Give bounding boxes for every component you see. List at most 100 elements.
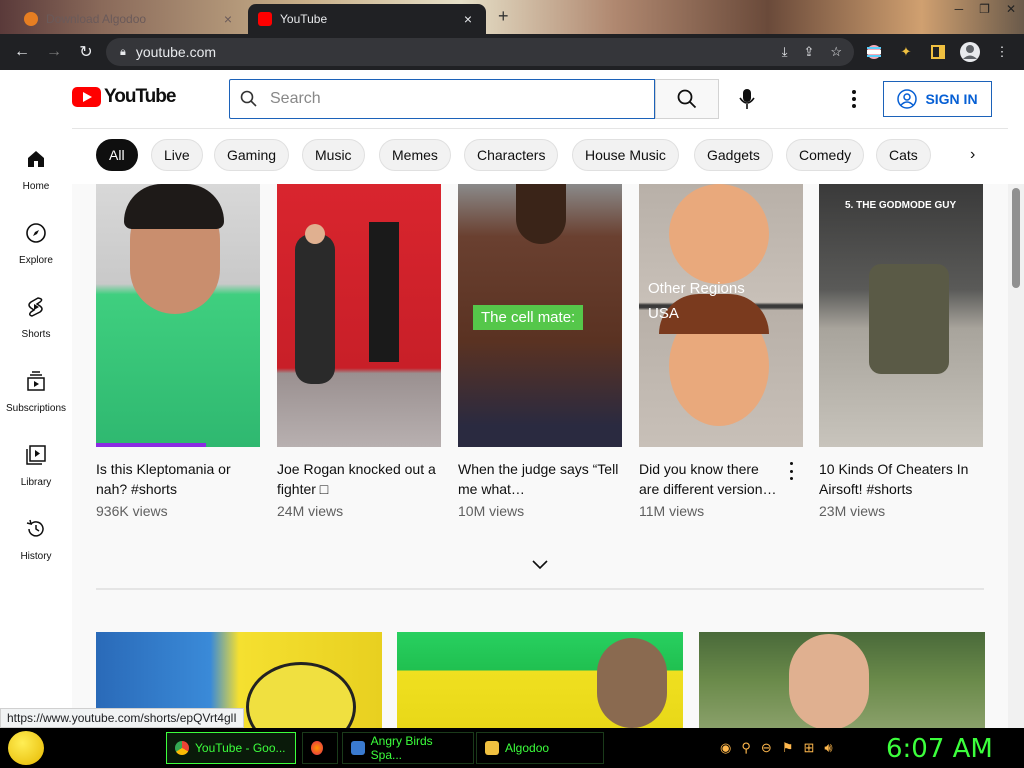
search-input[interactable] bbox=[270, 90, 630, 108]
sidebar-item-library[interactable]: Library bbox=[0, 444, 72, 490]
chrome-icon bbox=[175, 741, 189, 755]
tray-app-icon[interactable]: ◉ bbox=[720, 740, 731, 756]
short-card[interactable]: Is this Kleptomania or nah? #shorts 936K… bbox=[96, 184, 260, 519]
short-title: Is this Kleptomania or nah? #shorts bbox=[96, 461, 231, 497]
browser-menu-icon[interactable]: ⋮ bbox=[994, 42, 1010, 62]
short-thumbnail[interactable]: The cell mate: bbox=[458, 184, 622, 447]
taskbar-item-firefox[interactable] bbox=[302, 732, 338, 764]
sidebar-item-history[interactable]: History bbox=[0, 518, 72, 564]
history-icon bbox=[26, 519, 44, 537]
chip-gadgets[interactable]: Gadgets bbox=[694, 139, 773, 171]
sidebar-item-explore[interactable]: Explore bbox=[0, 222, 72, 268]
chip-live[interactable]: Live bbox=[151, 139, 203, 171]
chip-house-music[interactable]: House Music bbox=[572, 139, 679, 171]
forward-arrow-icon[interactable]: → bbox=[38, 43, 70, 61]
shorts-icon bbox=[28, 297, 43, 317]
taskbar-clock[interactable]: 6:07 AM bbox=[886, 734, 993, 764]
short-views: 24M views bbox=[277, 503, 344, 519]
taskbar-item-algodoo[interactable]: Algodoo bbox=[476, 732, 604, 764]
algodoo-favicon-icon bbox=[24, 12, 38, 26]
address-bar[interactable]: 🔒︎ youtube.com ⤓ ⇪ ☆ bbox=[106, 38, 854, 66]
chip-all[interactable]: All bbox=[96, 139, 138, 171]
bookmark-star-icon[interactable]: ☆ bbox=[830, 44, 842, 60]
volume-icon[interactable]: 🔊︎ bbox=[824, 740, 832, 756]
short-thumbnail[interactable]: 5. THE GODMODE GUY bbox=[819, 184, 983, 447]
minimize-icon[interactable]: ─ bbox=[955, 2, 964, 16]
home-icon bbox=[28, 151, 44, 167]
short-card[interactable]: Other Regions USA Did you know there are… bbox=[639, 184, 803, 519]
short-overlay-caption: The cell mate: bbox=[473, 305, 584, 330]
sidebar-item-label: Subscriptions bbox=[5, 403, 67, 414]
short-card[interactable]: 5. THE GODMODE GUY 10 Kinds Of Cheaters … bbox=[819, 184, 983, 519]
short-views: 936K views bbox=[96, 503, 168, 519]
url-text: youtube.com bbox=[135, 44, 217, 60]
sidebar-item-label: Explore bbox=[19, 255, 53, 266]
sign-in-button[interactable]: SIGN IN bbox=[883, 81, 992, 117]
short-overlay-top-label: Other Regions bbox=[648, 280, 745, 297]
short-overlay-caption: 5. THE GODMODE GUY bbox=[845, 200, 957, 211]
short-action-menu-icon[interactable] bbox=[786, 462, 796, 480]
tab-youtube[interactable]: YouTube × bbox=[248, 4, 486, 34]
profile-avatar-icon[interactable] bbox=[958, 42, 982, 62]
chevron-right-icon[interactable]: › bbox=[970, 146, 975, 164]
tab-title: YouTube bbox=[280, 12, 328, 26]
taskbar-item-label: Algodoo bbox=[505, 741, 550, 755]
settings-kebab-icon[interactable] bbox=[846, 88, 862, 110]
short-card[interactable]: Joe Rogan knocked out a fighter □ 24M vi… bbox=[277, 184, 441, 519]
new-tab-icon[interactable]: + bbox=[498, 6, 509, 27]
account-icon bbox=[897, 89, 918, 109]
chip-music[interactable]: Music bbox=[302, 139, 365, 171]
sidebar-item-label: History bbox=[20, 551, 52, 562]
compass-icon bbox=[26, 223, 46, 243]
action-center-flag-icon[interactable]: ⚑ bbox=[782, 740, 794, 756]
side-panel-icon[interactable] bbox=[928, 42, 948, 62]
algodoo-icon bbox=[485, 741, 499, 755]
taskbar-item-angry-birds[interactable]: Angry Birds Spa... bbox=[342, 732, 474, 764]
short-card[interactable]: The cell mate: When the judge says “Tell… bbox=[458, 184, 622, 519]
tab-download-algodoo[interactable]: Download Algodoo × bbox=[14, 4, 246, 34]
short-thumbnail[interactable] bbox=[96, 184, 260, 447]
short-thumbnail[interactable] bbox=[277, 184, 441, 447]
taskbar-item-youtube[interactable]: YouTube - Goo... bbox=[166, 732, 296, 764]
page-scrollbar[interactable] bbox=[1008, 184, 1024, 728]
lock-icon: 🔒︎ bbox=[120, 45, 126, 58]
close-tab-icon[interactable]: × bbox=[460, 11, 476, 27]
voice-search-button[interactable] bbox=[732, 84, 762, 114]
chip-characters[interactable]: Characters bbox=[464, 139, 559, 171]
tray-search-icon[interactable]: ⚲ bbox=[741, 740, 751, 756]
maximize-icon[interactable]: ❐ bbox=[979, 2, 990, 16]
youtube-favicon-icon bbox=[258, 12, 272, 26]
sidebar-item-shorts[interactable]: Shorts bbox=[0, 296, 72, 342]
share-icon[interactable]: ⇪ bbox=[803, 44, 814, 60]
youtube-logo[interactable]: YouTube bbox=[72, 86, 176, 108]
chevron-down-icon[interactable] bbox=[530, 558, 550, 572]
firefox-icon bbox=[311, 741, 323, 755]
video-thumbnail[interactable] bbox=[397, 632, 683, 728]
close-window-icon[interactable]: ✕ bbox=[1006, 2, 1016, 16]
start-button-smiley-icon[interactable] bbox=[8, 731, 44, 765]
sidebar-item-subscriptions[interactable]: Subscriptions bbox=[0, 370, 72, 416]
browser-toolbar: ← → ↻ 🔒︎ youtube.com ⤓ ⇪ ☆ ✦ ⋮ bbox=[0, 34, 1024, 70]
taskbar-item-label: Angry Birds Spa... bbox=[370, 734, 433, 762]
chip-gaming[interactable]: Gaming bbox=[214, 139, 290, 171]
chip-memes[interactable]: Memes bbox=[379, 139, 451, 171]
tab-title: Download Algodoo bbox=[46, 12, 147, 26]
profile-flag-icon[interactable] bbox=[864, 42, 884, 62]
taskbar-item-label: YouTube - Goo... bbox=[195, 741, 286, 755]
back-arrow-icon[interactable]: ← bbox=[6, 43, 38, 61]
install-icon[interactable]: ⤓ bbox=[782, 44, 788, 60]
close-tab-icon[interactable]: × bbox=[220, 11, 236, 27]
short-thumbnail[interactable]: Other Regions USA bbox=[639, 184, 803, 447]
microphone-icon bbox=[739, 89, 755, 109]
search-button[interactable] bbox=[655, 79, 719, 119]
chip-cats[interactable]: Cats bbox=[876, 139, 931, 171]
sidebar-item-home[interactable]: Home bbox=[0, 148, 72, 194]
scrollbar-thumb[interactable] bbox=[1012, 188, 1020, 288]
reload-icon[interactable]: ↻ bbox=[70, 42, 102, 62]
extensions-puzzle-icon[interactable]: ✦ bbox=[896, 42, 916, 62]
video-thumbnail[interactable] bbox=[699, 632, 985, 728]
tray-status-icon[interactable]: ⊖ bbox=[761, 740, 772, 756]
angry-birds-icon bbox=[351, 741, 365, 755]
chip-comedy[interactable]: Comedy bbox=[786, 139, 865, 171]
network-icon[interactable]: ⊞ bbox=[803, 740, 814, 756]
